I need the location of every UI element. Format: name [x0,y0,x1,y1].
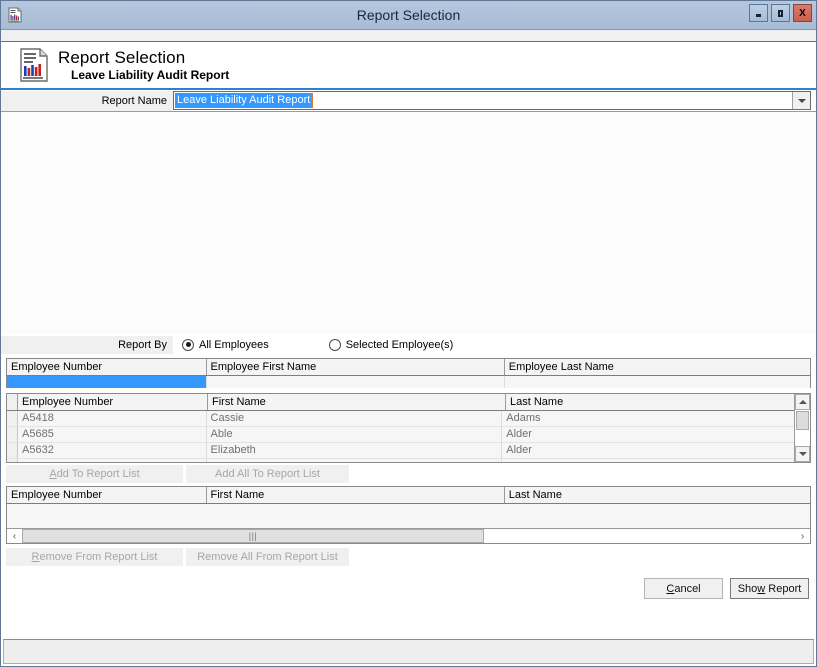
available-employees-grid: Employee Number First Name Last Name A54… [6,393,811,463]
filter-column-first-name[interactable]: Employee First Name [206,359,505,375]
maximize-icon [778,9,783,17]
table-row[interactable]: A5418 Cassie Adams [7,411,794,427]
column-last-name[interactable]: Last Name [504,487,810,503]
table-row[interactable]: A5685 Able Alder [7,427,794,443]
column-first-name[interactable]: First Name [208,394,506,410]
column-employee-number[interactable]: Employee Number [7,487,207,503]
radio-all-employees-label: All Employees [199,338,269,351]
minimize-button[interactable] [749,4,768,22]
vertical-scrollbar[interactable] [794,394,810,462]
row-selector-header [7,394,18,410]
chevron-down-icon [797,98,806,103]
table-row-partial[interactable] [7,459,794,462]
remove-from-report-list-button[interactable]: Remove From Report List [6,548,183,566]
hscrollbar-track[interactable] [484,529,795,543]
column-first-name[interactable]: First Name [206,487,505,503]
report-name-value[interactable]: Leave Liability Audit Report [175,93,314,108]
radio-all-employees[interactable]: All Employees [182,338,269,351]
minimize-icon [756,13,761,17]
page-title: Report Selection [58,47,186,67]
scroll-right-button[interactable]: › [795,529,810,543]
arrow-up-icon [798,400,807,404]
available-grid-body: A5418 Cassie Adams A5685 Able Alder A563… [7,411,794,462]
remove-all-from-report-list-button[interactable]: Remove All From Report List [186,548,349,566]
cancel-button[interactable]: Cancel [644,578,723,599]
cell-employee-number: A5685 [18,427,207,442]
filter-input-last-name[interactable] [505,376,810,388]
available-grid-header: Employee Number First Name Last Name [7,394,810,411]
cell-employee-number: A5632 [18,443,207,458]
report-by-label: Report By [1,335,173,354]
radio-selected-icon [182,338,194,351]
report-document-icon [19,48,49,82]
cell-first-name: Elizabeth [207,443,503,458]
horizontal-scrollbar[interactable]: ‹ ||| › [7,528,810,543]
selected-employees-grid: Employee Number First Name Last Name ‹ |… [6,486,811,544]
row-selector[interactable] [7,411,18,426]
arrow-right-icon: › [800,530,805,542]
report-document-icon [7,7,23,23]
table-row[interactable]: A5632 Elizabeth Alder [7,443,794,459]
report-name-label: Report Name [1,90,173,111]
page-header: Report Selection Leave Liability Audit R… [1,42,816,90]
arrow-left-icon: ‹ [12,530,17,542]
page-subtitle: Leave Liability Audit Report [71,67,230,82]
scroll-down-button[interactable] [795,446,810,462]
cell-last-name: Alder [506,444,532,456]
row-selector[interactable] [7,443,18,458]
filter-input-employee-number[interactable] [7,376,207,388]
dialog-footer: Cancel Show Report [1,566,816,599]
criteria-pane [1,112,816,334]
filter-grid-header: Employee Number Employee First Name Empl… [7,359,810,376]
toolbar-strip [1,30,816,42]
grip-icon: ||| [248,531,258,541]
show-report-button[interactable]: Show Report [730,578,809,599]
status-bar [3,639,814,664]
add-buttons-row: Add To Report List Add All To Report Lis… [6,465,816,483]
arrow-down-icon [798,452,807,456]
column-employee-number[interactable]: Employee Number [18,394,208,410]
add-to-report-list-button[interactable]: Add To Report List [6,465,183,483]
filter-column-last-name[interactable]: Employee Last Name [504,359,810,375]
window-title: Report Selection [356,7,461,23]
selected-grid-body [7,504,810,528]
cell-first-name: Cassie [207,411,503,426]
cell-first-name: Able [207,427,503,442]
cell-last-name: Adams [506,412,541,424]
filter-column-employee-number[interactable]: Employee Number [7,359,207,375]
radio-unselected-icon [328,338,341,351]
employee-filter-grid: Employee Number Employee First Name Empl… [6,358,811,388]
scrollbar-thumb[interactable] [796,411,809,430]
row-selector[interactable] [7,459,18,462]
report-name-row: Report Name Leave Liability Audit Report [1,90,816,112]
report-name-combobox[interactable]: Leave Liability Audit Report [173,91,811,110]
filter-input-first-name[interactable] [207,376,505,388]
filter-grid-row [7,376,810,388]
report-selection-window: Report Selection X Report Selection Leav… [0,0,817,667]
radio-selected-employees[interactable]: Selected Employee(s) [328,338,454,351]
close-button[interactable]: X [793,4,812,22]
hscrollbar-thumb[interactable]: ||| [22,529,484,543]
report-name-dropdown-button[interactable] [792,92,810,109]
remove-buttons-row: Remove From Report List Remove All From … [6,548,816,566]
column-last-name[interactable]: Last Name [506,394,800,410]
window-controls: X [749,4,812,22]
cell-employee-number: A5418 [18,411,207,426]
cell-last-name: Alder [506,428,532,440]
radio-selected-employees-label: Selected Employee(s) [345,338,454,351]
title-bar: Report Selection X [1,1,816,30]
add-all-to-report-list-button[interactable]: Add All To Report List [186,465,349,483]
report-by-row: Report By All Employees Selected Employe… [1,335,816,354]
row-selector[interactable] [7,427,18,442]
scroll-left-button[interactable]: ‹ [7,529,22,543]
selected-grid-header: Employee Number First Name Last Name [7,487,810,504]
maximize-button[interactable] [771,4,790,22]
scroll-up-button[interactable] [795,394,810,410]
